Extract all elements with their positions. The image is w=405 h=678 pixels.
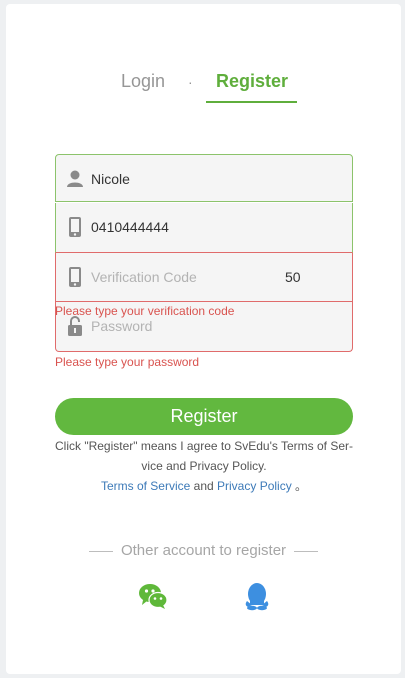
- register-card: Login · Register Nicole 0410444444 Verif…: [6, 4, 401, 674]
- terms-of-service-link[interactable]: Terms of Service: [101, 479, 190, 493]
- other-register-label: Other account to register: [120, 542, 287, 559]
- resend-countdown: 50: [285, 269, 301, 285]
- agreement-text: Click "Register" means I agree to SvEdu'…: [46, 436, 362, 496]
- active-tab-underline: [206, 101, 297, 103]
- verification-code-error: Please type your verification code: [55, 304, 235, 318]
- tab-separator: ·: [188, 74, 193, 90]
- tab-bar: Login · Register: [6, 70, 401, 110]
- name-input[interactable]: Nicole: [91, 155, 130, 203]
- verification-code-field[interactable]: Verification Code 50: [55, 253, 353, 302]
- qq-icon[interactable]: [242, 581, 272, 611]
- register-button[interactable]: Register: [55, 398, 353, 435]
- phone-icon: [69, 217, 81, 237]
- agreement-end: 。: [295, 479, 308, 493]
- lock-icon: [68, 316, 82, 336]
- phone-icon: [69, 267, 81, 287]
- password-error: Please type your password: [55, 355, 200, 369]
- verification-code-input[interactable]: Verification Code: [91, 253, 197, 301]
- name-field[interactable]: Nicole: [55, 154, 353, 202]
- divider-left: [88, 550, 113, 552]
- tab-login[interactable]: Login: [121, 70, 165, 92]
- agreement-and: and: [193, 479, 214, 493]
- wechat-icon[interactable]: [138, 581, 168, 611]
- phone-input[interactable]: 0410444444: [91, 203, 169, 251]
- agreement-links: Terms of Service and Privacy Policy 。: [46, 476, 362, 496]
- privacy-policy-link[interactable]: Privacy Policy: [217, 479, 292, 493]
- agreement-line-2: vice and Privacy Policy.: [141, 459, 267, 473]
- phone-field[interactable]: 0410444444: [55, 203, 353, 253]
- agreement-line-1: Click "Register" means I agree to SvEdu'…: [54, 439, 354, 453]
- divider-right: [294, 550, 319, 552]
- other-register-heading: Other account to register: [6, 542, 401, 559]
- user-icon: [67, 170, 83, 187]
- tab-register[interactable]: Register: [216, 70, 288, 92]
